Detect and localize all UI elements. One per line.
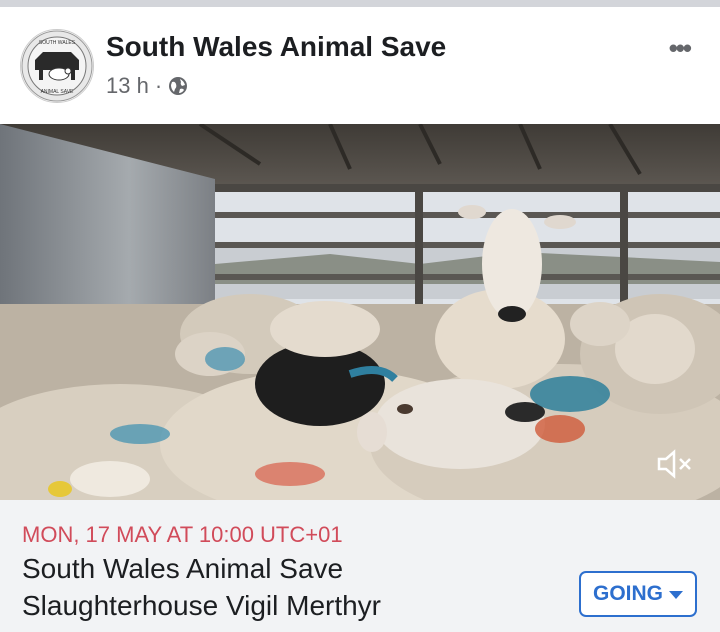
event-title[interactable]: South Wales Animal Save Slaughterhouse V…	[22, 550, 542, 624]
page-name[interactable]: South Wales Animal Save	[106, 31, 446, 63]
going-button-label: GOING	[592, 582, 663, 605]
going-button[interactable]: GOING	[579, 571, 697, 617]
page-avatar[interactable]: SOUTH WALES ANIMAL SAVE	[20, 29, 94, 103]
video-player[interactable]	[0, 124, 720, 500]
meta-separator: ·	[154, 73, 163, 98]
post-meta: 13 h ·	[106, 73, 188, 99]
post-header: SOUTH WALES ANIMAL SAVE South Wales Anim…	[0, 7, 720, 124]
animal-save-logo: SOUTH WALES ANIMAL SAVE	[21, 30, 93, 102]
caret-down-icon	[669, 591, 683, 599]
speaker-muted-icon[interactable]	[655, 447, 695, 481]
globe-icon	[169, 77, 188, 95]
event-title-line2: Slaughterhouse Vigil Merthyr	[22, 590, 382, 621]
svg-text:SOUTH WALES: SOUTH WALES	[39, 40, 76, 46]
event-card[interactable]: MON, 17 MAY AT 10:00 UTC+01 South Wales …	[0, 500, 720, 632]
post-time[interactable]: 13 h	[106, 73, 149, 99]
event-date: MON, 17 MAY AT 10:00 UTC+01	[22, 522, 343, 547]
event-title-line1: South Wales Animal Save	[22, 553, 344, 584]
svg-text:ANIMAL SAVE: ANIMAL SAVE	[41, 89, 74, 95]
more-options-icon[interactable]: •••	[669, 33, 692, 64]
top-divider	[0, 0, 720, 7]
video-frame-sheep-in-trailer	[0, 124, 720, 500]
